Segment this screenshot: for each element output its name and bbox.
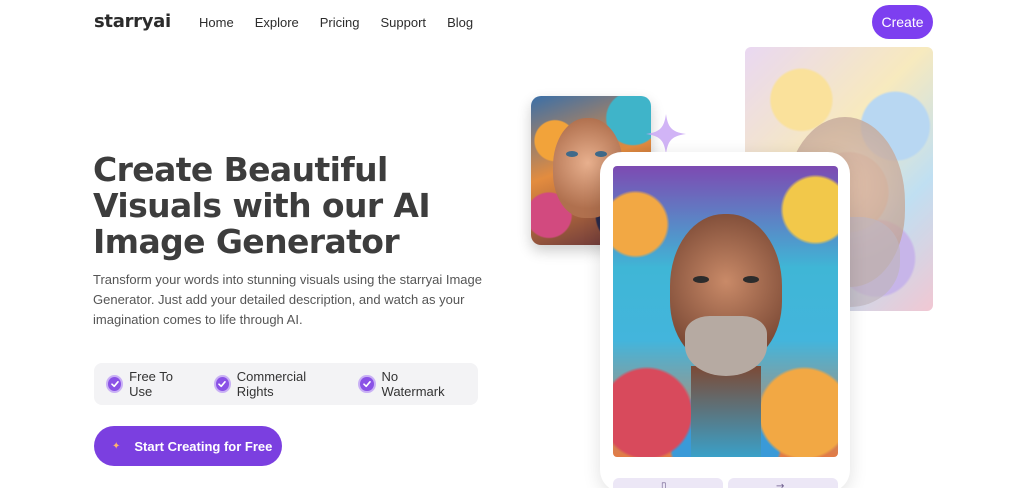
feature-no-watermark: No Watermark [358,369,460,399]
cta-label: Start Creating for Free [134,438,273,454]
feature-label: No Watermark [381,369,445,399]
nav-pricing[interactable]: Pricing [320,15,360,30]
check-badge-icon [106,375,124,393]
arrow-icon: → [776,481,785,488]
four-point-star-icon [646,114,686,154]
check-badge-icon [358,375,376,393]
portrait-eye [693,276,709,283]
check-badge-icon [213,375,231,393]
man-portrait-image [613,166,838,457]
sparkle-icon: ✦ [112,440,121,452]
start-creating-button[interactable]: ✦ Start Creating for Free [94,426,282,466]
phone-action-button[interactable]: → [728,478,838,488]
feature-list: Free To Use Commercial Rights No Waterma… [94,363,478,405]
nav-blog[interactable]: Blog [447,15,473,30]
hero-title: Create Beautiful Visuals with our AI Ima… [93,150,431,261]
feature-free-to-use: Free To Use [106,369,196,399]
hero-description: Transform your words into stunning visua… [93,272,482,327]
feature-label: Free To Use [129,369,174,399]
feature-label: Commercial Rights [236,369,307,399]
portrait-eye [566,151,578,157]
portrait-eye [743,276,759,283]
main-nav: Home Explore Pricing Support Blog [199,15,494,30]
logo[interactable]: starryai [94,11,171,32]
phone-action-button[interactable]: ▯ [613,478,723,488]
portrait-neck [691,366,761,457]
nav-home[interactable]: Home [199,15,234,30]
feature-commercial-rights: Commercial Rights [213,369,341,399]
create-button[interactable]: Create [872,5,933,39]
phone-icon: ▯ [661,481,667,488]
nav-support[interactable]: Support [381,15,427,30]
nav-explore[interactable]: Explore [255,15,299,30]
portrait-beard [685,316,767,376]
portrait-eye [595,151,607,157]
